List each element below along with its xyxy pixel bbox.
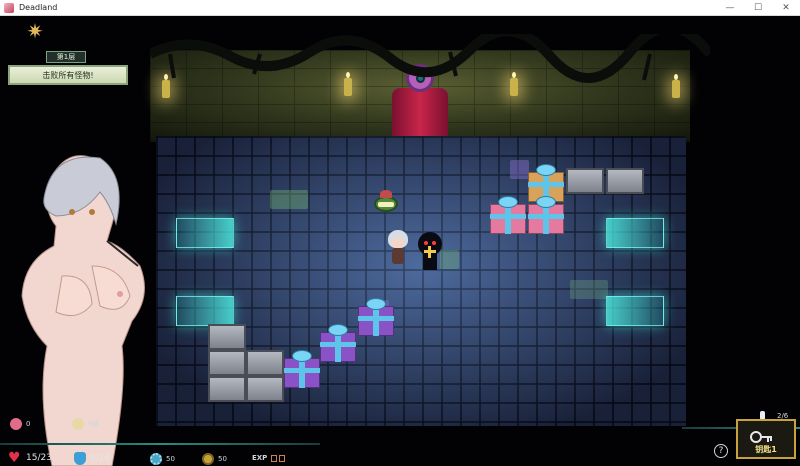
game-viewport[interactable]: ✷ 第1层 击败所有怪物! 0 9级 ♥ 15/23 0/16 50 50 EX… (0, 16, 800, 466)
star-badge-icon: ✷ (26, 19, 44, 43)
player-character[interactable] (386, 230, 410, 266)
left-door-lower[interactable] (176, 296, 234, 326)
level-stat: 9级 (72, 418, 99, 430)
plant-monster[interactable] (372, 190, 400, 214)
bow (366, 298, 386, 310)
player-body (392, 248, 404, 264)
left-door-upper[interactable] (176, 218, 234, 248)
pink-stat-value: 0 (26, 420, 31, 428)
shadow-enemy[interactable] (418, 232, 444, 272)
level-stat-value: 9级 (88, 420, 100, 428)
gift-box[interactable] (284, 348, 320, 388)
enemy-eye (424, 241, 428, 245)
quest-panel: 第1层 击败所有怪物! (8, 51, 128, 87)
floor-tile-highlight (270, 190, 308, 209)
stone-block (606, 168, 644, 194)
plant-hat (380, 190, 392, 198)
stone-block (566, 168, 604, 194)
ribbon (335, 332, 341, 362)
gear-value: 50 (166, 455, 175, 463)
exp-segment (279, 454, 286, 462)
exp-label: EXP (252, 454, 268, 462)
hanging-vines (150, 34, 710, 83)
hp-stat: ♥ 15/23 (8, 450, 52, 466)
hud-divider (0, 443, 320, 445)
coin-icon (202, 453, 214, 465)
exp-segment (271, 454, 278, 462)
gold-stat: 50 (202, 453, 227, 465)
minimize-button[interactable]: — (716, 0, 744, 16)
stone-block (208, 350, 246, 376)
bow (536, 196, 556, 208)
ribbon (543, 204, 549, 234)
ribbon (320, 342, 356, 347)
cross-weapon-icon (428, 246, 431, 258)
hp-value: 15/23 (26, 453, 52, 463)
pink-stat: 0 (10, 418, 30, 430)
gear-stat: 50 (150, 453, 175, 465)
maximize-button[interactable]: ☐ (744, 0, 772, 16)
title-bar: Deadland — ☐ ✕ (0, 0, 800, 16)
right-door-lower[interactable] (606, 296, 664, 326)
exp-stat: EXP (252, 454, 286, 462)
shield-value: 0/16 (90, 453, 111, 464)
window-controls: — ☐ ✕ (716, 0, 800, 16)
heart-icon: ♥ (8, 450, 21, 466)
level-orb-icon (72, 418, 84, 430)
ribbon (358, 316, 394, 321)
enemy-eye (432, 241, 436, 245)
shield-icon (74, 452, 86, 465)
window-title: Deadland (19, 3, 58, 12)
bow (328, 324, 348, 336)
bow (498, 196, 518, 208)
gift-box[interactable] (358, 296, 394, 336)
stone-block (246, 350, 284, 376)
gold-value: 50 (218, 455, 227, 463)
ribbon (284, 368, 320, 373)
quest-objective: 击败所有怪物! (8, 65, 128, 85)
bow (292, 350, 312, 362)
gift-box[interactable] (320, 322, 356, 362)
ribbon (505, 204, 511, 234)
key-icon (750, 431, 772, 443)
ribbon (373, 306, 379, 336)
ribbon (528, 214, 564, 219)
stone-block (208, 324, 246, 350)
player-face (392, 238, 404, 248)
gift-box[interactable] (490, 194, 526, 234)
app-icon (4, 2, 14, 13)
floor-tile-highlight (570, 280, 608, 299)
bow (536, 164, 556, 176)
close-button[interactable]: ✕ (772, 0, 800, 16)
bottom-hud: 0 9级 ♥ 15/23 0/16 50 50 EXP 2/6 (0, 396, 800, 466)
plant-teeth (378, 202, 394, 207)
dungeon-room (150, 50, 690, 430)
pink-gem-icon (10, 418, 22, 430)
ribbon (299, 358, 305, 388)
help-button[interactable]: ? (714, 444, 728, 458)
ribbon (528, 182, 564, 187)
right-door-upper[interactable] (606, 218, 664, 248)
gear-icon (150, 453, 162, 465)
item-slot[interactable]: 钥匙1 (736, 419, 796, 459)
gift-box[interactable] (528, 194, 564, 234)
game-window: Deadland — ☐ ✕ ✷ 第1层 击败所有怪物! 0 9级 ♥ 15/2… (0, 0, 800, 466)
shield-stat: 0/16 (74, 452, 110, 465)
floor-tile-highlight (510, 160, 529, 179)
floor-label: 第1层 (46, 51, 86, 63)
ribbon (490, 214, 526, 219)
